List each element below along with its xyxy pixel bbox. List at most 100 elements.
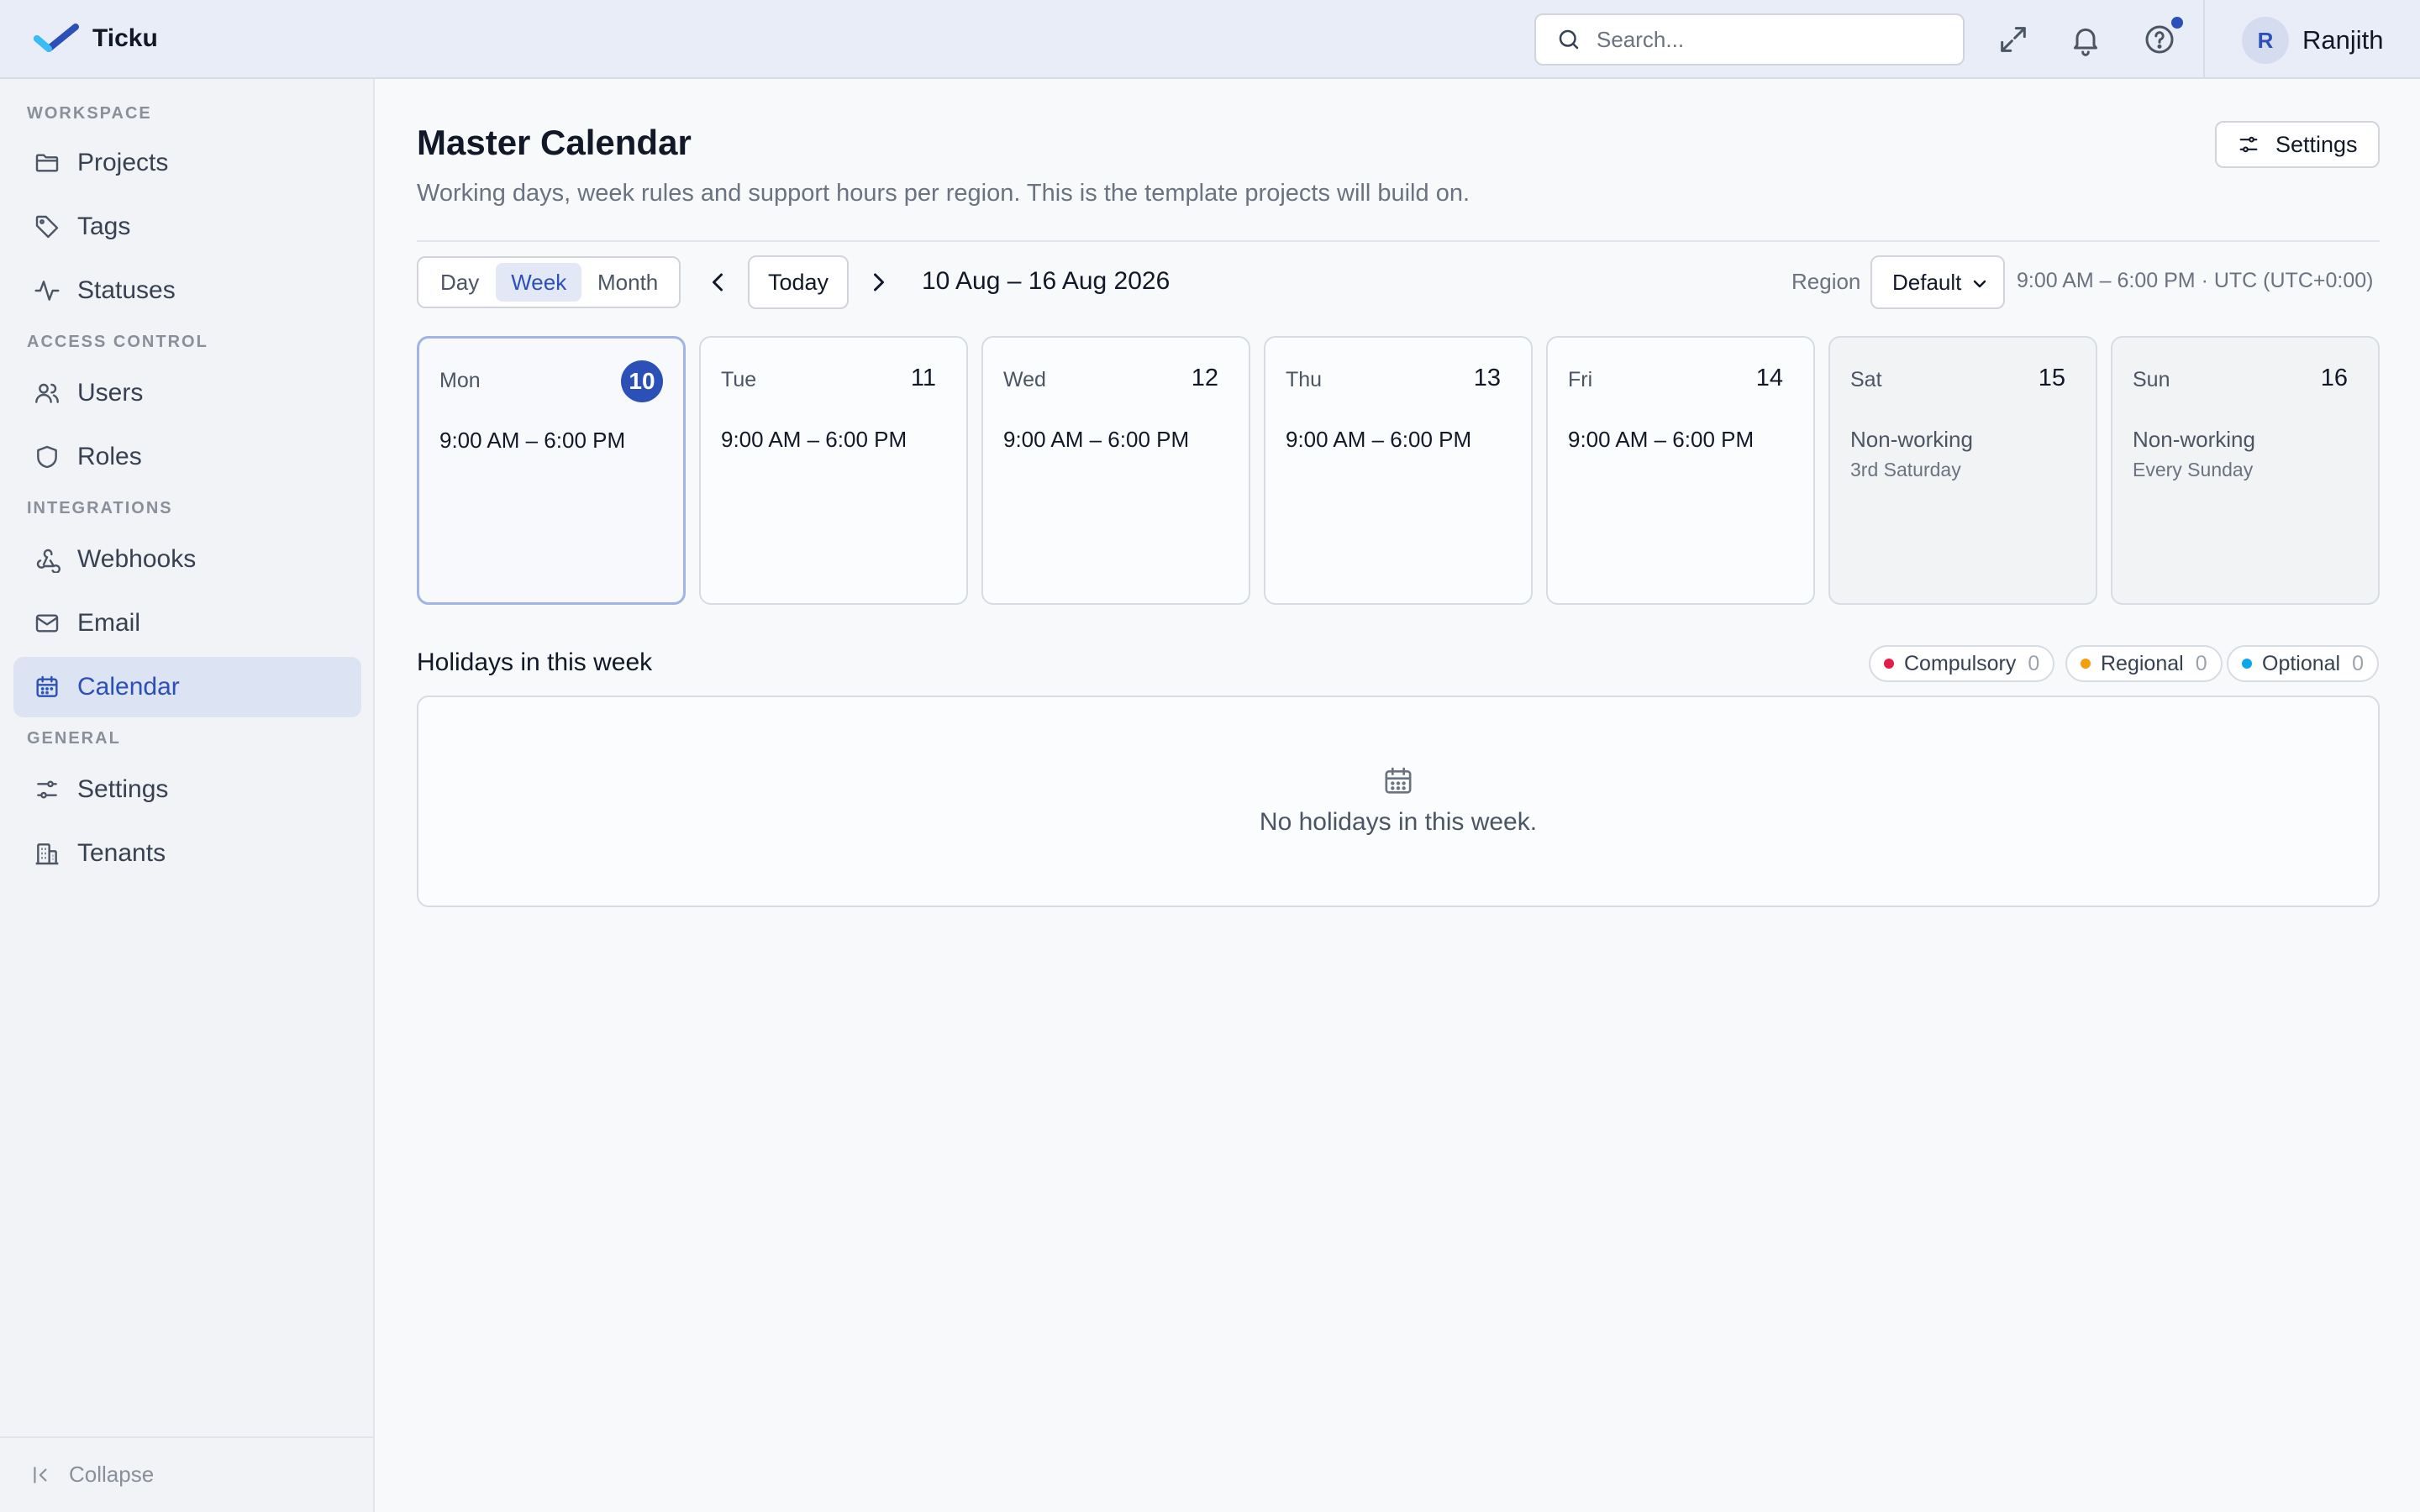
legend-chip-optional[interactable]: Optional 0 (2227, 645, 2380, 682)
section-label-access-control: ACCESS CONTROL (27, 333, 208, 351)
day-card-sat[interactable]: Sat 15 Non-working 3rd Saturday (1828, 336, 2097, 605)
legend-chip-compulsory[interactable]: Compulsory 0 (1869, 645, 2055, 682)
sidebar-footer: Collapse (0, 1436, 373, 1512)
day-card-wed[interactable]: Wed 12 9:00 AM – 6:00 PM (981, 336, 1250, 605)
section-label-workspace: WORKSPACE (27, 104, 152, 123)
day-hours: 9:00 AM – 6:00 PM (1003, 427, 1190, 452)
chevron-left-icon (713, 273, 723, 291)
sidebar-item-label: Projects (77, 149, 169, 176)
fullscreen-button[interactable] (1996, 23, 2030, 56)
day-card-mon[interactable]: Mon 10 9:00 AM – 6:00 PM (417, 336, 686, 605)
settings-button-label: Settings (2275, 131, 2358, 157)
chip-count: 0 (2028, 651, 2040, 675)
collapse-label: Collapse (69, 1462, 155, 1487)
day-card-fri[interactable]: Fri 14 9:00 AM – 6:00 PM (1546, 336, 1815, 605)
sidebar-item-statuses[interactable]: Statuses (13, 260, 361, 321)
search-box[interactable] (1534, 13, 1965, 66)
chevron-right-icon (874, 273, 884, 291)
day-hours: 9:00 AM – 6:00 PM (1568, 427, 1754, 452)
day-number-today: 10 (621, 360, 663, 402)
day-name: Thu (1286, 368, 1323, 391)
app-logo[interactable]: Ticku (34, 24, 158, 54)
users-icon (35, 383, 59, 403)
day-number: 14 (1755, 365, 1783, 391)
day-number: 11 (910, 365, 936, 391)
building-icon (35, 843, 59, 865)
sidebar-item-label: Calendar (77, 673, 180, 701)
day-number: 12 (1191, 365, 1218, 391)
region-select[interactable]: Default (1870, 255, 2005, 309)
notifications-button[interactable] (2069, 23, 2102, 56)
shield-icon (37, 445, 57, 469)
day-hours: 9:00 AM – 6:00 PM (721, 427, 908, 452)
holidays-title: Holidays in this week (417, 648, 653, 676)
day-name: Fri (1568, 368, 1593, 391)
sidebar-item-label: Tags (77, 213, 131, 240)
legend-chip-regional[interactable]: Regional 0 (2065, 645, 2223, 682)
previous-week-button[interactable] (702, 267, 733, 297)
sidebar-item-settings[interactable]: Settings (13, 759, 361, 820)
sidebar-item-calendar[interactable]: Calendar (13, 657, 361, 717)
day-number: 16 (2320, 365, 2348, 391)
next-week-button[interactable] (864, 267, 894, 297)
day-hours: 9:00 AM – 6:00 PM (439, 428, 626, 453)
sidebar-item-label: Email (77, 609, 141, 637)
sliders-icon (2239, 136, 2258, 153)
region-label: Region (1791, 269, 1861, 294)
sidebar-item-projects[interactable]: Projects (13, 133, 361, 193)
day-status: Non-working (1850, 427, 1973, 452)
day-name: Mon (439, 369, 481, 392)
collapse-icon (34, 1466, 47, 1483)
region-value: Default (1892, 269, 1962, 295)
avatar[interactable]: R (2242, 17, 2289, 64)
date-range: 10 Aug – 16 Aug 2026 (922, 267, 1171, 295)
top-header: Ticku R Ranjith (0, 0, 2420, 79)
webhook-icon (36, 549, 60, 573)
help-button[interactable] (2143, 23, 2176, 56)
sidebar-item-tags[interactable]: Tags (13, 197, 361, 257)
today-button[interactable]: Today (748, 255, 849, 309)
day-card-tue[interactable]: Tue 11 9:00 AM – 6:00 PM (699, 336, 968, 605)
tag-icon (35, 215, 59, 239)
day-card-sun[interactable]: Sun 16 Non-working Every Sunday (2111, 336, 2380, 605)
user-name[interactable]: Ranjith (2302, 25, 2384, 55)
view-week-button[interactable]: Week (496, 263, 582, 302)
day-card-thu[interactable]: Thu 13 9:00 AM – 6:00 PM (1264, 336, 1533, 605)
header-divider (2203, 0, 2205, 79)
page-title: Master Calendar (417, 123, 692, 162)
activity-icon (34, 281, 60, 301)
sidebar-item-users[interactable]: Users (13, 363, 361, 423)
sidebar-item-tenants[interactable]: Tenants (13, 823, 361, 884)
app-name: Ticku (92, 24, 158, 52)
day-note: 3rd Saturday (1850, 459, 1961, 480)
view-day-button[interactable]: Day (424, 263, 496, 302)
sidebar-item-webhooks[interactable]: Webhooks (13, 529, 361, 590)
sidebar-item-label: Settings (77, 775, 169, 803)
compulsory-dot-icon (1884, 659, 1894, 669)
title-divider (417, 240, 2380, 242)
sidebar: WORKSPACE ACCESS CONTROL INTEGRATIONS GE… (0, 79, 375, 1512)
section-label-general: GENERAL (27, 729, 121, 748)
calendar-settings-button[interactable]: Settings (2215, 121, 2380, 168)
chip-count: 0 (2195, 651, 2207, 675)
regional-dot-icon (2081, 659, 2091, 669)
sidebar-item-label: Webhooks (77, 545, 197, 573)
search-input[interactable] (1597, 26, 1949, 53)
working-hours-info: 9:00 AM – 6:00 PM · UTC (UTC+0:00) (2017, 269, 2374, 292)
folder-icon (35, 154, 59, 172)
day-note: Every Sunday (2133, 459, 2254, 480)
search-icon (1559, 29, 1579, 50)
sidebar-item-label: Statuses (77, 276, 176, 304)
sidebar-item-email[interactable]: Email (13, 593, 361, 654)
chip-label: Optional (2262, 651, 2341, 675)
view-month-button[interactable]: Month (581, 263, 674, 302)
page-subtitle: Working days, week rules and support hou… (417, 180, 1470, 207)
chevron-down-icon (1973, 280, 1986, 288)
mail-icon (35, 614, 59, 633)
check-logo-icon (34, 24, 79, 52)
collapse-button[interactable]: Collapse (30, 1462, 154, 1488)
day-number: 15 (2038, 365, 2065, 391)
sidebar-item-label: Users (77, 379, 144, 407)
sidebar-item-label: Roles (77, 443, 142, 470)
sidebar-item-roles[interactable]: Roles (13, 427, 361, 487)
